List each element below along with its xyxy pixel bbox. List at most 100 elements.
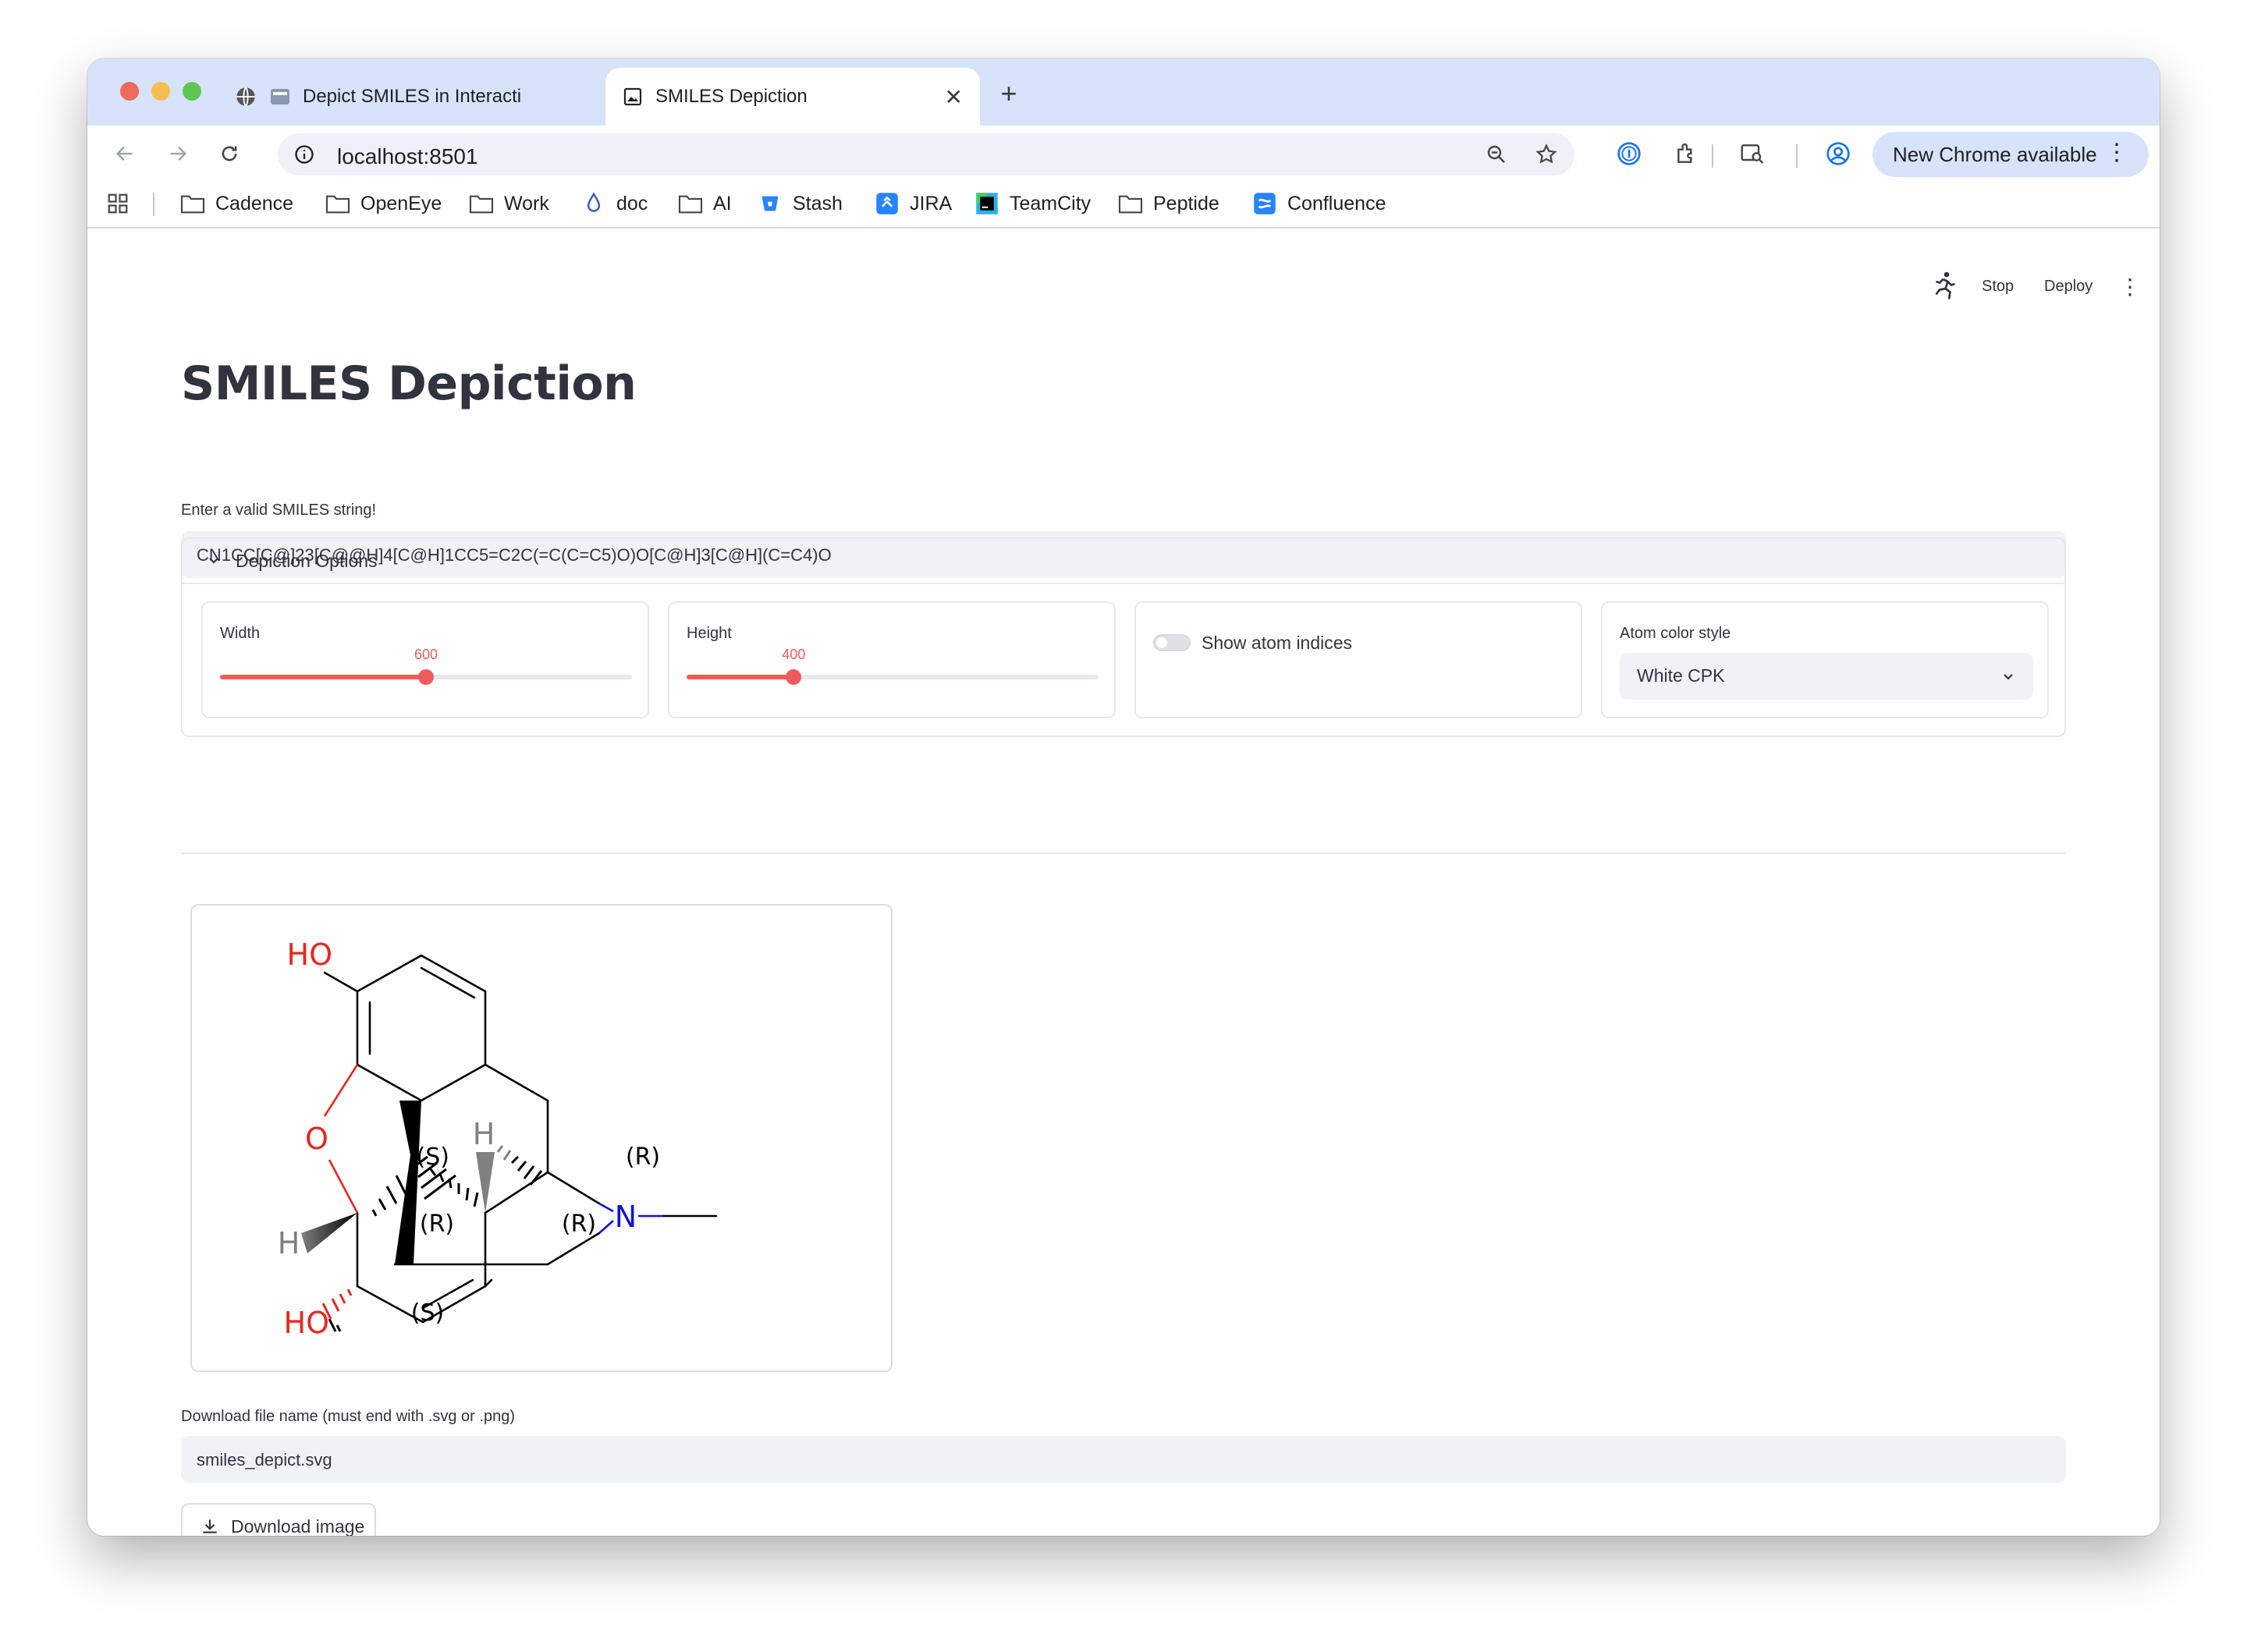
stereo-label: (R) [562,1211,596,1238]
atom-label-h-top: H [473,1117,495,1151]
bond [598,1202,614,1213]
close-window-button[interactable] [120,82,139,101]
minimize-window-button[interactable] [151,82,170,101]
chrome-update-button[interactable]: New Chrome available ⋮ [1872,132,2149,177]
browser-window: Depict SMILES in Interacti ✕ SMILES Depi… [87,58,2160,1536]
bookmark-confluence[interactable]: Confluence [1251,188,1386,219]
globe-icon [234,85,257,108]
width-slider-track[interactable] [220,669,632,685]
app-menu-icon[interactable]: ⋮ [2119,269,2141,303]
stop-button[interactable]: Stop [1982,269,2014,303]
profile-icon[interactable] [1821,136,1855,171]
bookmark-label: OpenEye [360,192,442,214]
confluence-icon [1251,190,1278,217]
deploy-button[interactable]: Deploy [2044,269,2093,303]
new-tab-icon[interactable]: + [989,74,1028,113]
bookmark-jira[interactable]: JIRA [874,188,952,219]
height-value: 400 [782,647,806,662]
download-button-label: Download image [231,1516,365,1537]
height-slider-handle[interactable] [786,669,802,685]
chevron-down-icon [2000,668,2016,684]
stereo-label: (R) [420,1211,454,1238]
molecule-svg: HO O H HO H N (S) (R) (R) (R) (S) [278,938,718,1340]
smiles-label: Enter a valid SMILES string! [181,502,377,519]
address-bar[interactable]: localhost:8501 [278,133,1574,175]
atom-label-oh-bottom: HO [284,1306,329,1340]
depiction-options-header[interactable]: Depiction Options [183,539,2064,584]
bookmark-peptide[interactable]: Peptide [1117,188,1219,219]
bookmark-work[interactable]: Work [468,188,549,219]
maximize-window-button[interactable] [183,82,201,101]
apps-grid-icon[interactable] [106,188,130,219]
bond [420,966,476,999]
bookmark-label: JIRA [910,192,953,214]
browser-toolbar: localhost:8501 New Chrome available ⋮ [87,126,2160,182]
height-slider-card: Height 400 [668,601,1116,718]
bookmarks-separator [153,193,154,216]
back-icon[interactable] [108,136,142,171]
drop-icon [580,190,607,217]
media-search-icon[interactable] [1735,136,1770,171]
bond [598,1220,614,1234]
image-icon [621,85,644,108]
width-value: 600 [414,647,438,662]
bond [546,1232,601,1266]
folder-icon [1117,190,1144,217]
expander-label: Depiction Options [236,550,378,571]
width-label: Width [220,625,261,642]
site-info-icon[interactable] [293,144,315,165]
height-slider-track[interactable] [687,669,1099,685]
bookmark-doc[interactable]: doc [580,188,648,219]
bookmark-teamcity[interactable]: TeamCity [974,188,1091,219]
bond [546,1171,601,1205]
height-slider-fill [687,675,794,679]
menu-dots-icon[interactable]: ⋮ [2105,141,2128,165]
url-text: localhost:8501 [337,144,478,168]
bookmark-label: TeamCity [1010,192,1092,214]
bookmark-star-icon[interactable] [1529,137,1564,172]
color-style-label: Atom color style [1620,625,1731,642]
bookmark-openeye[interactable]: OpenEye [325,188,442,219]
extensions-icon[interactable] [1670,136,1704,171]
forward-icon[interactable] [161,136,195,171]
bookmark-label: Work [504,192,549,214]
download-image-button[interactable]: Download image [181,1503,376,1536]
bond [356,1063,423,1102]
stereo-label: (R) [626,1143,660,1171]
running-icon [1930,269,1958,303]
folder-icon [179,190,206,217]
app-content: Stop Deploy ⋮ SMILES Depiction Enter a v… [87,230,2160,1536]
zoom-icon[interactable] [1479,137,1514,172]
download-filename-input[interactable]: smiles_depict.svg [181,1436,2066,1483]
bookmark-label: AI [713,192,732,214]
depiction-options-expander: Depiction Options Width 600 Height 400 S… [181,537,2066,737]
atom-indices-toggle[interactable] [1153,634,1191,651]
reload-icon[interactable] [212,136,247,171]
stereo-label: (S) [411,1299,444,1327]
bookmark-label: Confluence [1287,192,1386,214]
stereo-label: (S) [417,1143,449,1171]
bookmark-label: Cadence [215,192,294,214]
bookmark-cadence[interactable]: Cadence [179,188,293,219]
download-icon [200,1516,220,1536]
bookmark-ai[interactable]: AI [677,188,732,219]
height-label: Height [687,625,732,642]
color-style-card: Atom color style White CPK [1601,601,2049,718]
bond [323,1064,359,1117]
molecule-image: HO O H HO H N (S) (R) (R) (R) (S) [190,904,893,1372]
tab-close-icon[interactable]: ✕ [945,84,963,110]
atom-label-o-ring: O [305,1122,328,1156]
tab-label: SMILES Depiction [655,86,808,107]
bookmark-label: doc [616,192,648,214]
tab-label: Depict SMILES in Interacti [303,86,522,107]
width-slider-card: Width 600 [201,601,649,718]
tab-smiles-depiction[interactable]: SMILES Depiction ✕ [605,68,980,126]
bond [484,1063,549,1102]
password-manager-icon[interactable] [1612,136,1646,171]
bookmark-stash[interactable]: Stash [757,188,843,219]
bond [356,954,423,993]
jira-icon [874,190,900,217]
color-style-select[interactable]: White CPK [1620,653,2033,700]
bond [323,971,359,993]
width-slider-handle[interactable] [418,669,434,685]
